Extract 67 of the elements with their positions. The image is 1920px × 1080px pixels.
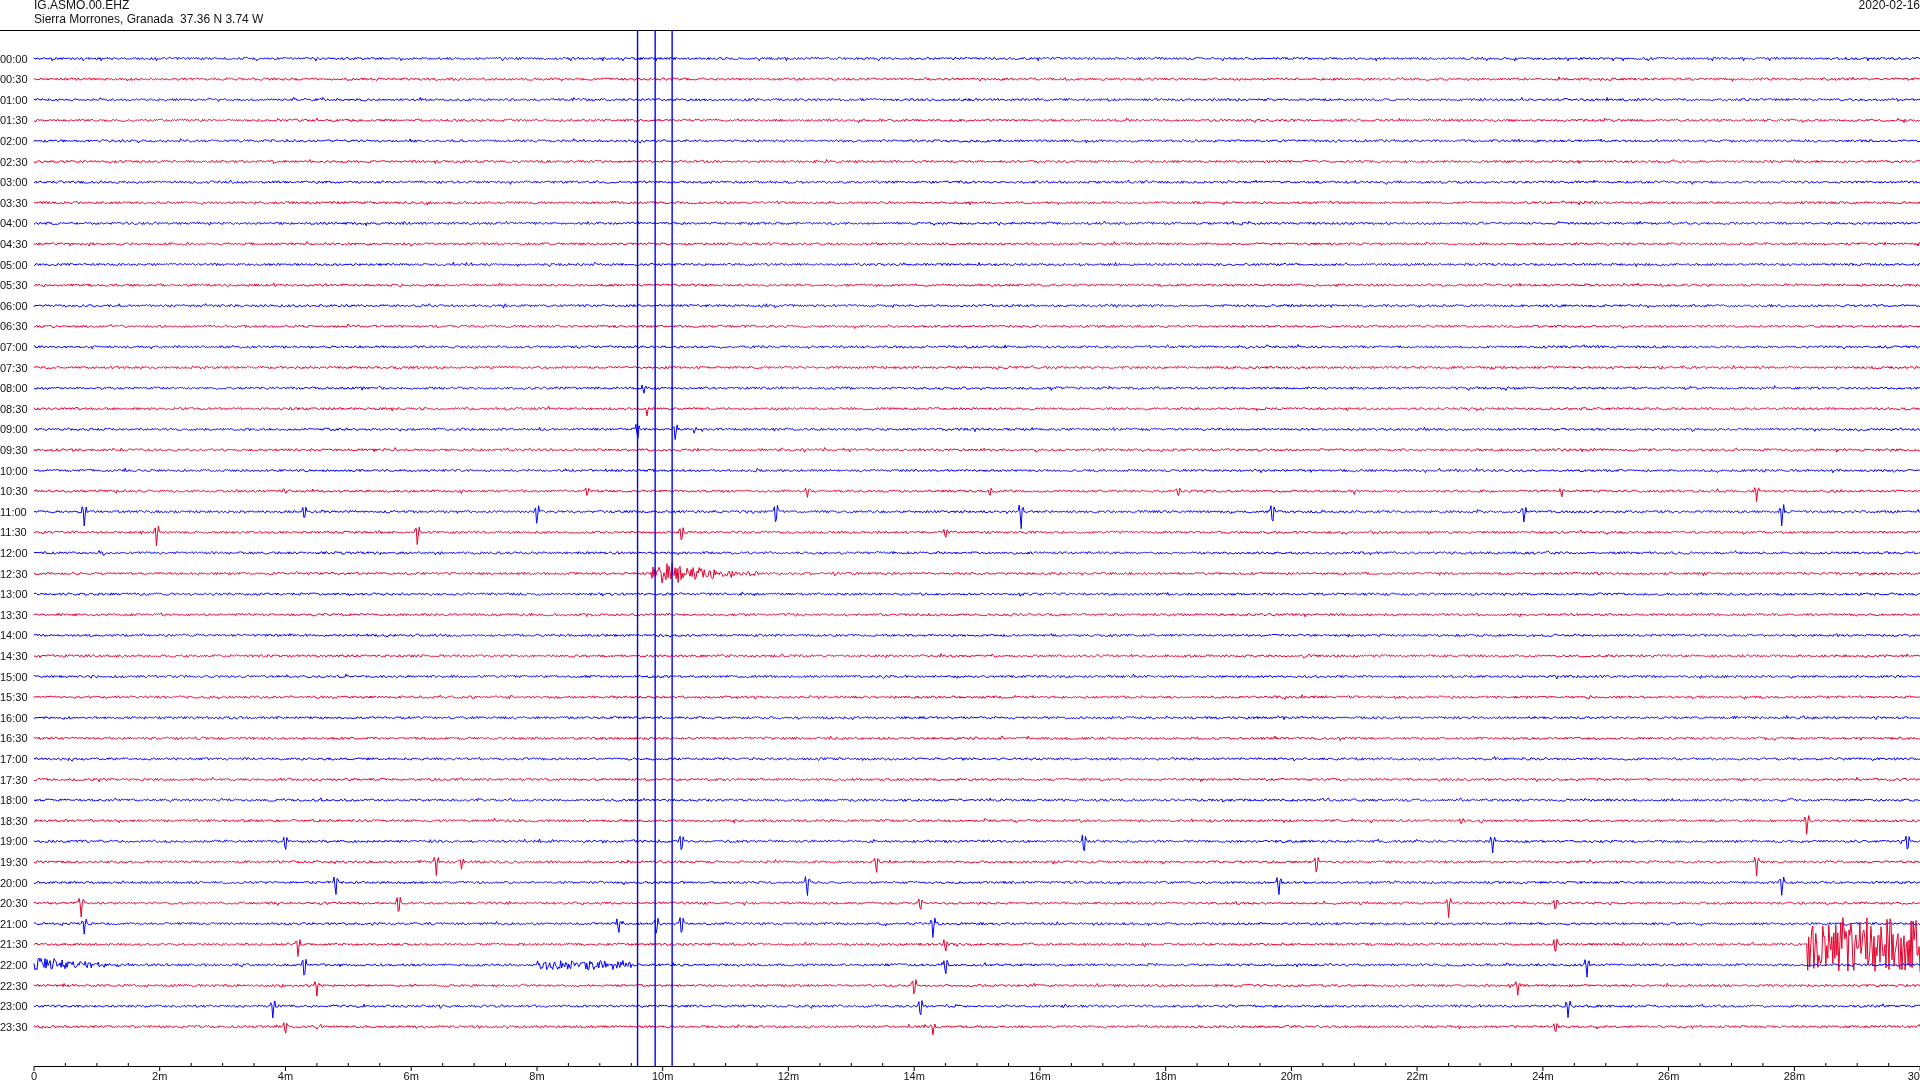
date-label: 2020-02-16 [1858,0,1920,12]
time-label: 02:30 [0,155,28,168]
time-label: 22:30 [0,979,28,992]
time-label: 12:00 [0,546,28,559]
time-label: 14:30 [0,649,28,662]
time-label: 01:30 [0,114,28,127]
time-label: 19:00 [0,835,28,848]
time-label: 00:30 [0,73,28,86]
time-label: 23:30 [0,1020,28,1033]
time-label: 10:00 [0,464,28,477]
time-label: 03:00 [0,176,28,189]
time-label: 11:00 [0,505,27,518]
time-label: 15:30 [0,691,28,704]
axis-tick-label: 8m [529,1070,545,1080]
time-label: 17:30 [0,773,28,786]
axis-tick-label: 4m [277,1070,294,1080]
time-label: 21:00 [0,917,28,930]
time-label: 09:00 [0,423,28,436]
time-label: 04:00 [0,217,28,230]
time-label: 06:00 [0,299,28,312]
time-label: 13:30 [0,608,28,621]
time-label: 19:30 [0,855,28,868]
time-label: 06:30 [0,320,28,333]
time-label: 08:00 [0,382,28,395]
axis-tick-label: 22m [1406,1070,1428,1080]
time-label: 15:00 [0,670,28,683]
axis-tick-label: 2m [152,1070,168,1080]
time-label: 22:00 [0,958,28,971]
axis-tick-label: 10m [652,1070,674,1080]
axis-tick-label: 30 [1907,1070,1920,1080]
time-label: 09:30 [0,443,28,456]
axis-tick-label: 24m [1532,1070,1554,1080]
time-label: 16:00 [0,711,28,724]
time-label: 18:00 [0,794,28,807]
time-label: 23:00 [0,1000,28,1013]
time-label: 12:30 [0,567,28,580]
time-label: 16:30 [0,732,28,745]
time-label: 03:30 [0,196,28,209]
axis-tick-label: 16m [1029,1070,1051,1080]
time-label: 18:30 [0,814,28,827]
time-label: 02:00 [0,134,28,147]
time-label: 05:30 [0,279,28,292]
axis-tick-label: 6m [403,1070,419,1080]
time-label: 13:00 [0,588,28,601]
station-location: Sierra Morrones, Granada 37.36 N 3.74 W [34,12,264,26]
time-label: 00:00 [0,52,28,65]
time-label: 05:00 [0,258,28,271]
time-label: 17:00 [0,752,28,765]
axis-tick-label: 18m [1154,1070,1177,1080]
time-label: 14:00 [0,629,28,642]
axis-tick-label: 20m [1280,1070,1303,1080]
time-label: 20:30 [0,897,28,910]
time-label: 20:00 [0,876,28,889]
time-label: 08:30 [0,402,28,415]
axis-tick-label: 12m [777,1070,800,1080]
axis-tick-label: 28m [1783,1070,1806,1080]
time-label: 07:30 [0,361,28,374]
time-label: 21:30 [0,938,28,951]
axis-tick-label: 14m [903,1070,925,1080]
time-label: 01:00 [0,93,28,106]
time-label: 07:00 [0,340,28,353]
axis-tick-label: 0 [31,1070,38,1080]
axis-tick-label: 26m [1657,1070,1680,1080]
time-label: 10:30 [0,485,28,498]
time-label: 11:30 [0,526,27,539]
time-label: 04:30 [0,237,28,250]
station-code: IG.ASMO.00.EHZ [34,0,130,12]
